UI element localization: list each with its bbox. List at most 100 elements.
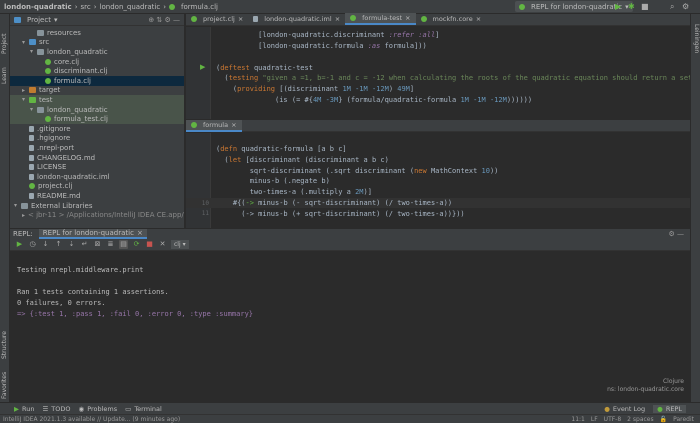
code-line[interactable] [186, 133, 690, 144]
project-panel-title[interactable]: Project [27, 16, 51, 24]
code-line[interactable] [186, 52, 690, 63]
close-icon[interactable]: × [476, 15, 481, 23]
structure-tool-tab[interactable]: Structure [1, 331, 8, 359]
stop-icon[interactable]: ■ [145, 240, 154, 249]
tree-item[interactable]: .gitignore [10, 124, 184, 134]
reload-icon[interactable]: ⟳ [132, 240, 141, 249]
tree-item[interactable]: formula.clj [10, 76, 184, 86]
history-icon[interactable]: ◷ [28, 240, 37, 249]
tree-item[interactable]: ▾ test [10, 95, 184, 105]
close-icon[interactable]: ✕ [158, 240, 167, 249]
indent-setting[interactable]: 2 spaces [627, 416, 653, 423]
tree-item[interactable]: ▸ < jbr-11 > /Applications/IntelliJ IDEA … [10, 210, 184, 220]
code-line[interactable]: two-times-a (.multiply a 2M)] [186, 187, 690, 198]
repl-output[interactable]: Testing nrepl.middleware.print Ran 1 tes… [10, 252, 690, 402]
ns-select[interactable]: clj ▾ [171, 240, 189, 249]
editor-top[interactable]: ▶ [london-quadratic.discriminant :refer … [186, 27, 690, 119]
project-name[interactable]: london-quadratic [4, 3, 72, 11]
chevron-down-icon[interactable]: ▾ [22, 96, 29, 103]
code-line[interactable]: (defn quadratic-formula [a b c] [186, 144, 690, 155]
settings-icon[interactable]: ⚙ [682, 2, 689, 11]
chevron-down-icon[interactable]: ▾ [30, 48, 37, 55]
code-line[interactable]: sqrt-discriminant (.sqrt discriminant (n… [186, 165, 690, 176]
close-icon[interactable]: × [405, 14, 410, 22]
status-message[interactable]: IntelliJ IDEA 2021.1.3 available // Upda… [3, 416, 180, 423]
code-line[interactable]: (deftest quadratic-test [186, 62, 690, 73]
debug-icon[interactable]: ✱ [628, 2, 635, 11]
favorites-tool-tab[interactable]: Favorites [1, 372, 8, 399]
file-encoding[interactable]: UTF-8 [604, 416, 622, 423]
run-icon[interactable]: ▶ [15, 240, 24, 249]
stop-icon[interactable]: ■ [641, 2, 649, 11]
arrow-up-icon[interactable]: ↑ [54, 240, 63, 249]
terminal-tool-tab[interactable]: ▭ Terminal [125, 405, 162, 413]
crumb-src[interactable]: src [81, 3, 91, 11]
editor-bottom[interactable]: (defn quadratic-formula [a b c] (let [di… [186, 133, 690, 228]
code-line[interactable]: [london-quadratic.formula :as formula])) [186, 41, 690, 52]
tree-item[interactable]: ▾ london_quadratic [10, 47, 184, 57]
tree-item[interactable]: london-quadratic.iml [10, 172, 184, 182]
tree-item[interactable]: CHANGELOG.md [10, 153, 184, 163]
repl-tab[interactable]: REPL for london-quadratic × [38, 229, 147, 239]
tree-item[interactable]: ▾ src [10, 38, 184, 48]
arrow-down-icon[interactable]: ↓ [41, 240, 50, 249]
learn-tool-tab[interactable]: Learn [1, 67, 8, 84]
tree-item[interactable]: formula_test.clj [10, 114, 184, 124]
tab-formula-test[interactable]: formula-test × [345, 13, 416, 25]
tree-item[interactable]: discriminant.clj [10, 66, 184, 76]
close-icon[interactable]: × [335, 15, 340, 23]
clear-icon[interactable]: ⊠ [93, 240, 102, 249]
chevron-right-icon[interactable]: ▸ [22, 212, 25, 219]
chevron-right-icon[interactable]: ▸ [22, 87, 29, 94]
tab-london-quadratic-iml[interactable]: london-quadratic.iml × [248, 13, 345, 25]
search-icon[interactable]: ⌕ [670, 2, 674, 12]
crumb-package[interactable]: london_quadratic [100, 3, 161, 11]
soft-wrap-icon[interactable]: ≣ [106, 240, 115, 249]
leiningen-tool-tab[interactable]: Leiningen [693, 24, 700, 53]
problems-tool-tab[interactable]: ◉ Problems [79, 405, 118, 413]
code-line[interactable]: 11 (-> minus-b (+ sqrt-discriminant) (/ … [186, 209, 690, 220]
scroll-icon[interactable]: ⇣ [67, 240, 76, 249]
repl-tool-tab[interactable]: ● REPL [653, 404, 686, 413]
lock-icon[interactable]: 🔓 [660, 416, 667, 423]
code-line[interactable]: [london-quadratic.discriminant :refer :a… [186, 30, 690, 41]
repl-settings-icon[interactable]: ⚙ — [668, 230, 684, 238]
paredit-mode[interactable]: Paredit [673, 416, 694, 423]
tree-item[interactable]: project.clj [10, 182, 184, 192]
tree-item[interactable]: ▾ External Libraries [10, 201, 184, 211]
code-line[interactable]: (is (= #{4M -3M} (formula/quadratic-form… [186, 95, 690, 106]
project-tool-tab[interactable]: Project [1, 33, 8, 54]
tab-mockfn-core[interactable]: mockfn.core × [416, 13, 487, 25]
chevron-down-icon[interactable]: ▾ [14, 202, 21, 209]
panel-options-icon[interactable]: ⊕ ⇅ ⚙ — [148, 16, 180, 24]
line-separator[interactable]: LF [591, 416, 598, 423]
tree-item[interactable]: core.clj [10, 57, 184, 67]
tree-item[interactable]: ▾ london_quadratic [10, 104, 184, 115]
chevron-down-icon[interactable]: ▾ [30, 106, 37, 113]
tree-item[interactable]: .nrepl-port [10, 143, 184, 153]
tree-item[interactable]: resources [10, 28, 184, 38]
tree-item[interactable]: ▸ target [10, 86, 184, 96]
run-tool-tab[interactable]: ▶ Run [14, 405, 34, 413]
crumb-file[interactable]: formula.clj [181, 3, 218, 11]
close-icon[interactable]: × [238, 15, 243, 23]
caret-position[interactable]: 11:1 [571, 416, 584, 423]
code-line[interactable]: (let [discriminant (discriminant a b c) [186, 155, 690, 166]
chevron-down-icon[interactable]: ▾ [22, 39, 29, 46]
event-log-tool-tab[interactable]: ● Event Log [604, 405, 645, 413]
toggle-icon[interactable]: ▤ [119, 240, 128, 249]
close-icon[interactable]: × [137, 229, 143, 237]
code-line[interactable]: (testing "given a =1, b=-1 and c = -12 w… [186, 73, 690, 84]
run-icon[interactable]: ▶ [615, 2, 621, 11]
close-icon[interactable]: × [231, 121, 236, 129]
wrap-icon[interactable]: ↵ [80, 240, 89, 249]
tab-project-clj[interactable]: project.clj × [186, 13, 248, 25]
tab-formula[interactable]: formula × [186, 120, 242, 132]
code-line[interactable]: 10 #{(-> minus-b (- sqrt-discriminant) (… [186, 197, 690, 209]
tree-item[interactable]: README.md [10, 191, 184, 201]
tree-item[interactable]: LICENSE [10, 162, 184, 172]
code-line[interactable]: (providing [(discriminant 1M -1M -12M) 4… [186, 84, 690, 95]
todo-tool-tab[interactable]: ☰ TODO [42, 405, 70, 413]
code-line[interactable]: minus-b (.negate b) [186, 176, 690, 187]
tree-item[interactable]: .hgignore [10, 134, 184, 144]
